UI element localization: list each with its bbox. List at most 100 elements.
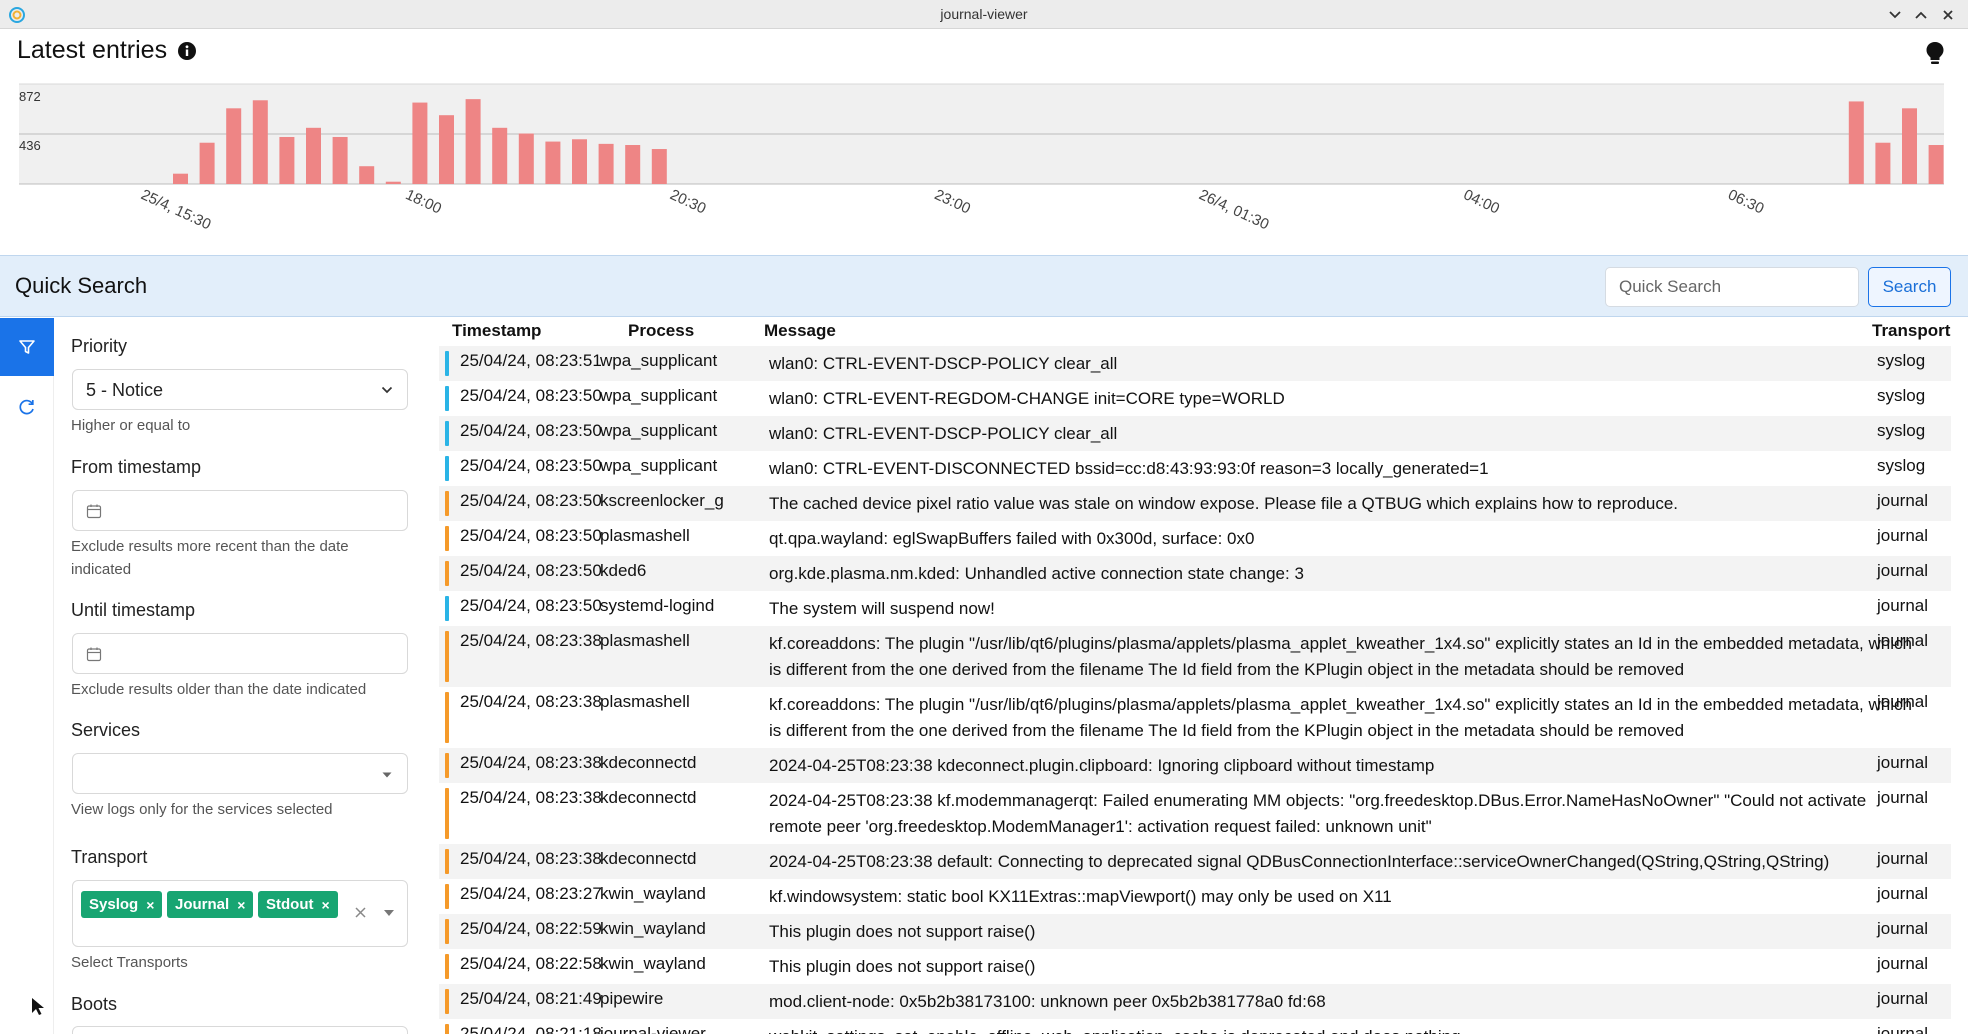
priority-value: 5 - Notice xyxy=(86,380,164,400)
table-row[interactable]: 25/04/24, 08:21:18journal-viewer webkit_s… xyxy=(439,1019,1951,1034)
column-header-timestamp[interactable]: Timestamp xyxy=(452,321,541,341)
table-row[interactable]: 25/04/24, 08:23:38 kdeconnectd 2024-04-25T… xyxy=(439,748,1951,783)
cell-transport: journal xyxy=(1877,884,1929,903)
cell-transport: journal xyxy=(1877,561,1929,580)
cell-process: plasmashell xyxy=(600,692,690,711)
boots-select[interactable] xyxy=(72,1026,408,1034)
clear-all-icon[interactable] xyxy=(354,906,367,919)
tag-remove-icon[interactable]: × xyxy=(146,897,154,913)
refresh-icon[interactable] xyxy=(17,397,37,417)
histogram-bar[interactable] xyxy=(651,149,667,184)
histogram-bar[interactable] xyxy=(279,136,295,184)
triangle-down-icon[interactable] xyxy=(383,909,395,917)
table-row[interactable]: 25/04/24, 08:23:50 wpa_supplicant wlan0: C… xyxy=(439,451,1951,486)
priority-indicator xyxy=(445,386,449,411)
histogram-bar[interactable] xyxy=(1848,101,1864,184)
cell-timestamp: 25/04/24, 08:23:51 xyxy=(460,351,602,370)
calendar-icon xyxy=(86,504,102,519)
column-header-process[interactable]: Process xyxy=(628,321,694,341)
cell-message: mod.client-node: 0x5b2b38173100: unknown… xyxy=(769,992,1326,1011)
histogram-bar[interactable] xyxy=(465,99,481,184)
minimize-button[interactable] xyxy=(1884,4,1906,26)
cell-timestamp: 25/04/24, 08:23:38 xyxy=(460,631,602,650)
cell-message: 2024-04-25T08:23:38 kdeconnect.plugin.cl… xyxy=(769,756,1435,775)
histogram-bar[interactable] xyxy=(492,127,508,184)
priority-select[interactable]: 5 - Notice xyxy=(72,369,408,410)
maximize-button[interactable] xyxy=(1910,4,1932,26)
histogram-bar[interactable] xyxy=(625,145,641,184)
cell-process: wpa_supplicant xyxy=(600,421,718,440)
services-label: Services xyxy=(71,720,141,740)
histogram-bar[interactable] xyxy=(518,133,534,184)
histogram-bar[interactable] xyxy=(439,115,454,184)
cell-message: wlan0: CTRL-EVENT-DSCP-POLICY clear_all xyxy=(769,354,1118,373)
until-timestamp-field[interactable] xyxy=(72,633,408,674)
cell-timestamp: 25/04/24, 08:23:38 xyxy=(460,753,602,772)
table-row[interactable]: 25/04/24, 08:23:38 kdeconnectd 2024-04-25T… xyxy=(439,783,1951,844)
cell-message: kf.coreaddons: The plugin "/usr/lib/qt6/… xyxy=(769,634,1912,679)
histogram-bar[interactable] xyxy=(1875,142,1891,184)
column-header-transport[interactable]: Transport xyxy=(1872,321,1950,341)
priority-label: Priority xyxy=(71,336,128,356)
histogram-bar[interactable] xyxy=(412,102,428,184)
priority-indicator xyxy=(445,692,449,743)
table-row[interactable]: 25/04/24, 08:23:38 plasmashell kf.coreaddo… xyxy=(439,687,1951,748)
table-row[interactable]: 25/04/24, 08:23:50 wpa_supplicant wlan0: C… xyxy=(439,381,1951,416)
column-header-message[interactable]: Message xyxy=(764,321,836,341)
priority-indicator xyxy=(445,989,449,1014)
histogram-bar[interactable] xyxy=(252,100,268,184)
table-row[interactable]: 25/04/24, 08:21:49 pipewire mod.client-nod… xyxy=(439,984,1951,1019)
histogram-bar[interactable] xyxy=(359,166,375,184)
close-icon xyxy=(1943,10,1953,20)
histogram-bar[interactable] xyxy=(306,127,321,184)
histogram-bar[interactable] xyxy=(572,139,587,184)
filter-tab[interactable] xyxy=(0,318,54,376)
histogram-bar[interactable] xyxy=(1928,145,1944,184)
x-tick-label: 25/4, 15:30 xyxy=(138,186,213,233)
table-row[interactable]: 25/04/24, 08:23:50 wpa_supplicant wlan0: C… xyxy=(439,416,1951,451)
table-row[interactable]: 25/04/24, 08:23:38 plasmashell kf.coreaddo… xyxy=(439,626,1951,687)
table-row[interactable]: 25/04/24, 08:23:50 plasmashell qt.qpa.wayl… xyxy=(439,521,1951,556)
from-timestamp-field[interactable] xyxy=(72,490,408,531)
table-row[interactable]: 25/04/24, 08:23:50 kscreenlocker_g The cac… xyxy=(439,486,1951,521)
cell-message: wlan0: CTRL-EVENT-DISCONNECTED bssid=cc:… xyxy=(769,459,1489,478)
histogram-bar[interactable] xyxy=(173,173,188,184)
lightbulb-icon[interactable] xyxy=(1924,40,1946,66)
cell-message: kf.windowsystem: static bool KX11Extras:… xyxy=(769,887,1392,906)
table-row[interactable]: 25/04/24, 08:23:38 kdeconnectd 2024-04-25T… xyxy=(439,844,1951,879)
transport-multiselect[interactable]: Syslog × Journal × Stdout × xyxy=(72,880,408,947)
cell-message: wlan0: CTRL-EVENT-REGDOM-CHANGE init=COR… xyxy=(769,389,1285,408)
services-select[interactable] xyxy=(72,753,408,794)
quick-search-input[interactable] xyxy=(1605,267,1859,307)
filter-icon xyxy=(19,340,35,354)
tag-remove-icon[interactable]: × xyxy=(321,897,329,913)
from-timestamp-label: From timestamp xyxy=(71,457,202,477)
histogram-bar[interactable] xyxy=(545,141,561,184)
histogram-bar[interactable] xyxy=(199,142,215,184)
x-tick-label: 18:00 xyxy=(403,186,444,217)
table-row[interactable]: 25/04/24, 08:23:50 systemd-logind The syst… xyxy=(439,591,1951,626)
histogram-bar[interactable] xyxy=(598,143,614,184)
cell-transport: journal xyxy=(1877,491,1929,510)
tag-remove-icon[interactable]: × xyxy=(237,897,245,913)
cell-transport: journal xyxy=(1877,849,1929,868)
transport-tag-syslog: Syslog × xyxy=(81,891,163,918)
table-row[interactable]: 25/04/24, 08:23:51 wpa_supplicant wlan0: C… xyxy=(439,346,1951,381)
search-button[interactable]: Search xyxy=(1868,267,1951,307)
table-row[interactable]: 25/04/24, 08:23:27 kwin_wayland kf.windows… xyxy=(439,879,1951,914)
mouse-cursor-icon xyxy=(32,998,44,1015)
x-tick-label: 23:00 xyxy=(932,186,973,217)
info-circle-icon[interactable] xyxy=(177,41,197,61)
histogram-bar[interactable] xyxy=(385,181,401,184)
cell-timestamp: 25/04/24, 08:23:50 xyxy=(460,421,602,440)
table-row[interactable]: 25/04/24, 08:22:59 kwin_wayland This plugi… xyxy=(439,914,1951,949)
close-button[interactable] xyxy=(1937,4,1959,26)
priority-indicator xyxy=(445,491,449,516)
x-tick-label: 20:30 xyxy=(667,186,708,217)
table-row[interactable]: 25/04/24, 08:23:50 kded6 org.kde.plasma.nm… xyxy=(439,556,1951,591)
histogram-bar[interactable] xyxy=(1902,108,1917,184)
cell-process: pipewire xyxy=(600,989,664,1008)
histogram-bar[interactable] xyxy=(226,108,242,184)
table-row[interactable]: 25/04/24, 08:22:58 kwin_wayland This plugi… xyxy=(439,949,1951,984)
histogram-bar[interactable] xyxy=(332,136,348,184)
